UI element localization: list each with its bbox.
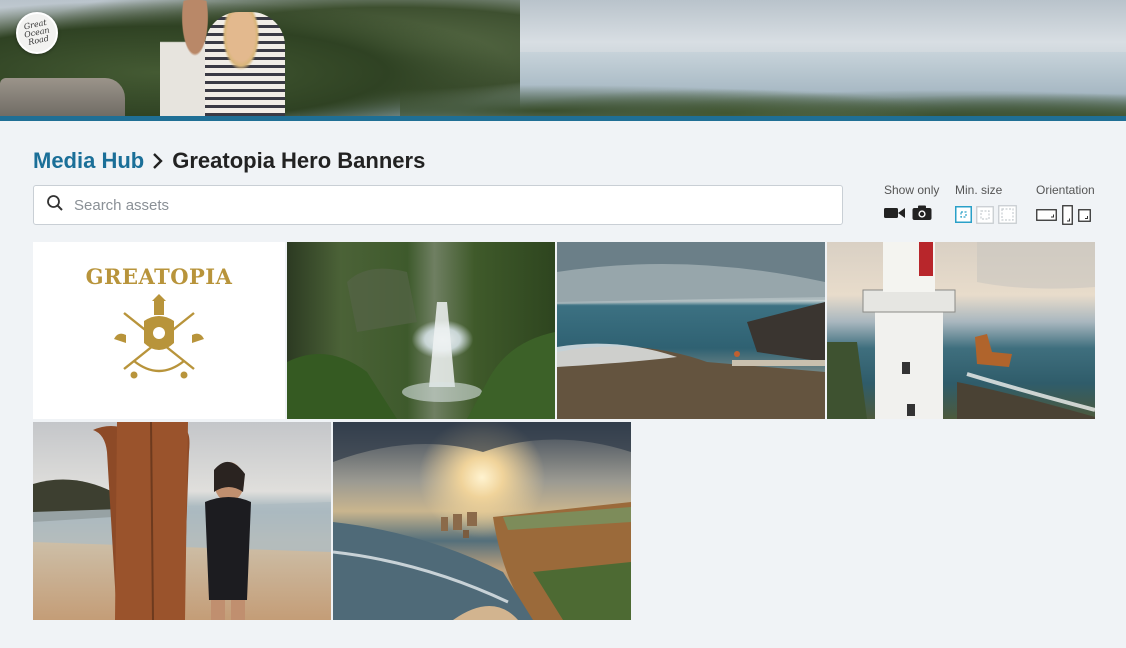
filter-min-size: Min. size	[955, 183, 1017, 224]
search-box	[33, 185, 843, 225]
page-title: Greatopia Hero Banners	[172, 148, 426, 173]
logo-text: Great Ocean Road	[23, 17, 51, 47]
filter-orientation-label: Orientation	[1036, 183, 1095, 197]
size-small-icon[interactable]	[955, 206, 972, 223]
apostles-photo	[333, 422, 631, 620]
site-logo[interactable]: Great Ocean Road	[16, 12, 58, 54]
hero-rock	[0, 78, 125, 118]
lighthouse-photo	[827, 242, 1095, 419]
search-input[interactable]	[74, 196, 814, 214]
portrait-icon[interactable]	[1062, 205, 1073, 225]
header-accent-bar	[0, 116, 1126, 121]
video-icon[interactable]	[884, 206, 906, 220]
hero-person	[205, 12, 285, 118]
breadcrumb-media-hub-link[interactable]: Media Hub	[33, 148, 144, 174]
search-icon	[46, 194, 64, 217]
landscape-icon[interactable]	[1036, 209, 1057, 221]
square-icon[interactable]	[1078, 208, 1091, 222]
brand-wordmark: GREATOPIA	[85, 264, 233, 289]
crest-icon	[114, 294, 204, 379]
hero-banner: Great Ocean Road	[0, 0, 1126, 121]
size-large-icon[interactable]	[998, 205, 1017, 224]
filter-show-only-label: Show only	[884, 183, 940, 197]
coast-photo	[557, 242, 825, 419]
filter-min-size-label: Min. size	[955, 183, 1003, 197]
size-medium-icon[interactable]	[976, 205, 994, 224]
filter-show-only: Show only	[884, 183, 939, 221]
asset-tile-lighthouse[interactable]	[827, 242, 1095, 419]
asset-tile-greatopia-logo[interactable]: GREATOPIA	[33, 242, 285, 419]
chevron-right-icon	[152, 152, 164, 170]
asset-tile-surfer[interactable]	[33, 422, 331, 620]
camera-icon[interactable]	[912, 205, 932, 221]
surfer-photo	[33, 422, 331, 620]
breadcrumb: Media Hub Greatopia Hero Banners	[33, 147, 425, 175]
filter-orientation: Orientation	[1036, 183, 1095, 225]
hero-trees	[400, 70, 1126, 121]
asset-tile-coastal-lookout[interactable]	[557, 242, 825, 419]
waterfall-photo	[287, 268, 555, 419]
asset-tile-waterfall[interactable]	[287, 242, 555, 419]
asset-tile-twelve-apostles[interactable]	[333, 422, 631, 620]
